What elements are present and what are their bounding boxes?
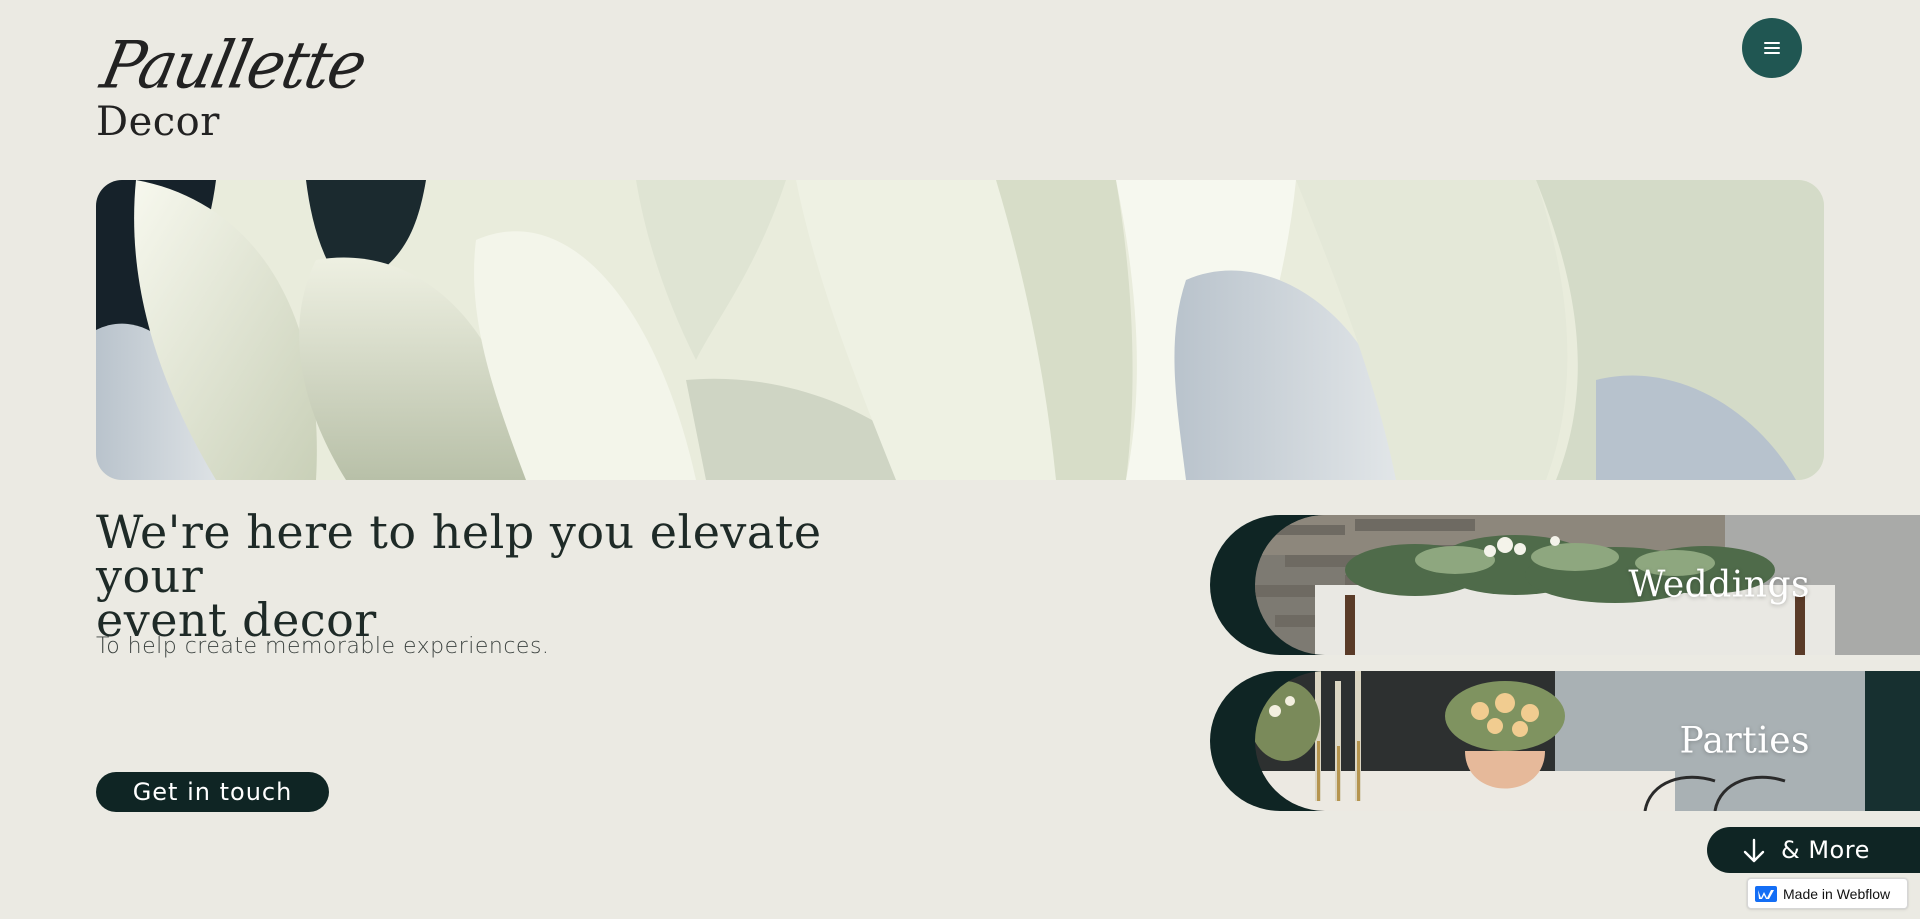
menu-button[interactable]: [1742, 18, 1802, 78]
made-in-webflow-badge[interactable]: Made in Webflow: [1747, 878, 1908, 909]
get-in-touch-button[interactable]: Get in touch: [96, 772, 329, 812]
more-label: & More: [1781, 836, 1870, 864]
page-headline: We're here to help you elevate your even…: [96, 509, 856, 643]
category-label-weddings: Weddings: [1628, 564, 1810, 606]
logo-word-text: Decor: [96, 99, 220, 145]
parties-photo: [1255, 671, 1920, 811]
category-card-parties[interactable]: Parties: [1210, 671, 1920, 811]
page-subline: To help create memorable experiences.: [96, 634, 550, 659]
weddings-photo: [1255, 515, 1920, 655]
arrow-down-icon: [1743, 838, 1765, 863]
hamburger-icon: [1764, 42, 1780, 54]
category-card-weddings[interactable]: Weddings: [1210, 515, 1920, 655]
page: Paullette Decor We're here to help you e…: [0, 0, 1920, 919]
webflow-logo-icon: [1755, 885, 1777, 902]
tulip-petals-illustration: [96, 180, 1824, 480]
logo-script-text: Paullette: [94, 26, 372, 104]
brand-logo[interactable]: Paullette Decor: [95, 27, 372, 146]
headline-line-1: We're here to help you elevate your: [96, 505, 822, 603]
badge-label: Made in Webflow: [1783, 885, 1891, 902]
category-label-parties: Parties: [1679, 720, 1810, 762]
hero-image: [96, 180, 1824, 480]
more-button[interactable]: & More: [1707, 827, 1920, 873]
